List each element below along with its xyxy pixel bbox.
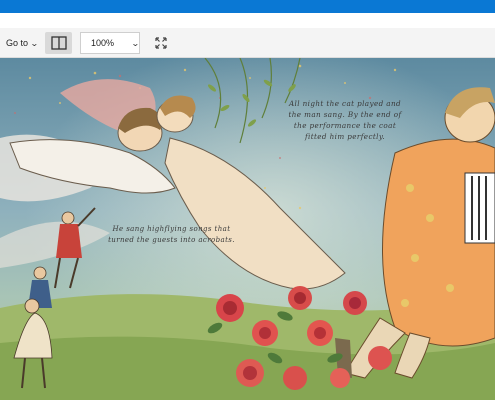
toolbar-spacer [0, 13, 495, 28]
two-page-layout-icon [50, 36, 67, 50]
page-layout-button[interactable] [45, 32, 72, 54]
book-page-view: All night the cat played and the man san… [0, 58, 495, 400]
story-text-left: He sang highflying songs that turned the… [108, 225, 235, 244]
zoom-value: 100% [91, 38, 115, 48]
page-illustration [0, 58, 495, 400]
chevron-down-icon: ⌄ [30, 38, 39, 48]
chevron-down-icon: ⌄ [131, 38, 140, 48]
story-text-right: All night the cat played and the man san… [288, 99, 402, 142]
window-title-bar [0, 0, 495, 13]
goto-label: Go to [6, 38, 29, 48]
goto-dropdown[interactable]: Go to ⌄ [6, 35, 39, 51]
reader-toolbar: Go to ⌄ 100% ⌄ [0, 28, 495, 58]
fit-to-page-icon [155, 37, 167, 49]
zoom-select[interactable]: 100% ⌄ [80, 32, 140, 54]
fit-to-page-button[interactable] [152, 34, 170, 52]
